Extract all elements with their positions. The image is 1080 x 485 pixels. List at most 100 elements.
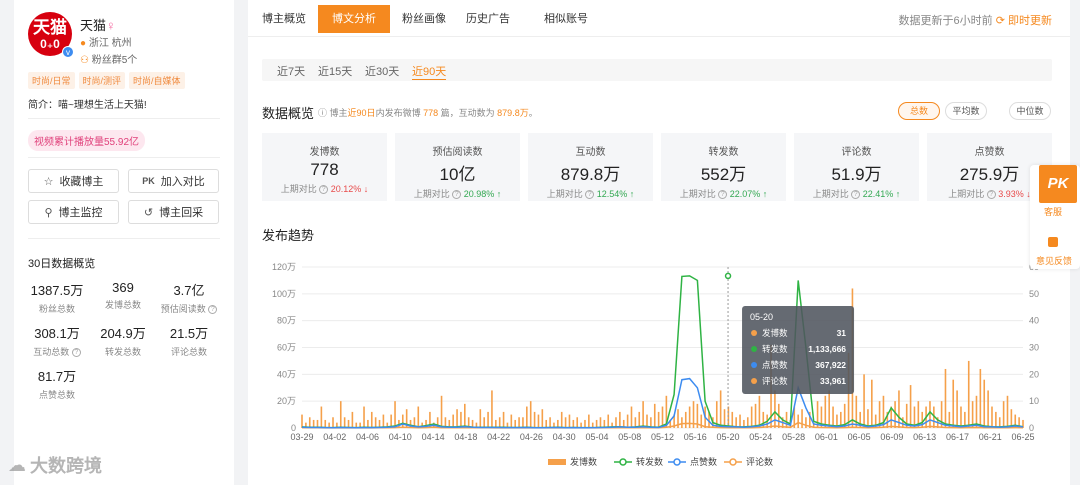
location-pin-icon: ●: [80, 38, 87, 49]
pk-button[interactable]: PK: [1039, 165, 1077, 203]
bar: [991, 406, 993, 428]
bar: [576, 417, 579, 428]
stat-label-text: 互动总数: [33, 347, 70, 357]
tooltip-dot: [751, 378, 758, 384]
bar: [308, 417, 311, 428]
bar: [460, 411, 462, 428]
metric-card: 预估阅读数 10亿 上期对比 ? 20.98% ↑: [395, 133, 520, 201]
period-30[interactable]: 近30天: [365, 63, 399, 79]
help-icon[interactable]: ?: [585, 190, 595, 200]
bar: [681, 417, 683, 428]
help-icon[interactable]: ?: [851, 190, 861, 200]
bar: [452, 414, 454, 428]
legend-swatch: [548, 459, 566, 465]
trend-chart[interactable]: 020万40万60万80万100万120万010203040506003-290…: [248, 250, 1070, 485]
bar: [824, 395, 827, 428]
bar: [479, 409, 482, 428]
bar: [630, 406, 633, 428]
bar: [320, 406, 323, 428]
bar: [719, 390, 722, 428]
stat-label: 互动总数 ?: [24, 345, 90, 358]
bar: [684, 411, 687, 428]
user-icon: ⚲: [44, 206, 53, 219]
y-left-tick: 120万: [272, 262, 296, 272]
x-tick: 05-28: [782, 432, 805, 442]
tooltip-dot: [751, 330, 758, 336]
stat-label: 粉丝总数: [38, 304, 75, 314]
card-label: 发博数: [309, 147, 340, 158]
bar: [518, 417, 520, 428]
bar: [526, 406, 528, 428]
feedback-label[interactable]: 意见反馈: [1036, 254, 1072, 267]
bar: [801, 409, 803, 428]
help-icon[interactable]: ?: [986, 190, 996, 200]
metric-card: 转发数 552万 上期对比 ? 22.07% ↑: [661, 133, 786, 201]
period-selector: 近7天 近15天 近30天 近90天: [262, 59, 1052, 81]
fan-groups[interactable]: ⚇ 粉丝群5个: [80, 51, 137, 66]
period-90[interactable]: 近90天: [412, 63, 447, 80]
refresh-link[interactable]: 即时更新: [1008, 15, 1052, 27]
divider: [28, 238, 220, 239]
period-7[interactable]: 近7天: [277, 63, 305, 79]
stat-posts: 369 发博总数: [90, 280, 156, 311]
bar: [332, 417, 334, 428]
feedback-icon[interactable]: [1048, 237, 1058, 247]
profile-tag: 时尚/测评: [78, 72, 126, 89]
y-right-tick: 40: [1029, 316, 1039, 326]
main-panel: 博主概览 博文分析 粉丝画像 历史广告 相似账号 数据更新于6小时前 ⟳ 即时更…: [248, 0, 1070, 485]
bar: [363, 406, 365, 428]
sub-count: 778: [423, 108, 439, 118]
card-compare-label: 上期对比: [280, 184, 317, 194]
tooltip-value: 31: [837, 328, 847, 338]
help-icon[interactable]: ?: [71, 348, 81, 358]
x-tick: 05-04: [585, 432, 608, 442]
bar: [626, 414, 629, 428]
help-icon[interactable]: ?: [718, 190, 728, 200]
tab-ads[interactable]: 历史广告: [458, 5, 518, 33]
mode-total[interactable]: 总数: [898, 102, 940, 120]
help-icon[interactable]: ?: [452, 190, 462, 200]
bar: [983, 379, 986, 428]
service-label[interactable]: 客服: [1044, 205, 1062, 218]
compare-button[interactable]: PK 加入对比: [128, 169, 219, 193]
tab-post-analysis[interactable]: 博文分析: [318, 5, 390, 33]
bar: [774, 390, 776, 428]
favorite-button[interactable]: ☆ 收藏博主: [28, 169, 119, 193]
bar: [909, 385, 912, 428]
help-icon[interactable]: ?: [319, 185, 329, 195]
card-compare-label: 上期对比: [546, 189, 583, 199]
stat-comments: 21.5万 评论总数: [156, 323, 222, 358]
bar: [863, 374, 865, 428]
bar: [343, 417, 346, 428]
profile-location: ● 浙江 杭州: [80, 34, 132, 49]
monitor-label: 博主监控: [58, 207, 103, 219]
y-left-tick: 100万: [272, 289, 296, 299]
sub-period: 近90日: [347, 108, 376, 118]
help-icon[interactable]: ?: [208, 305, 218, 315]
location-text: 浙江 杭州: [88, 38, 132, 49]
y-left-tick: 20万: [277, 396, 296, 406]
bar: [483, 417, 485, 428]
monitor-button[interactable]: ⚲ 博主监控: [28, 200, 119, 224]
x-tick: 06-21: [979, 432, 1002, 442]
card-value: 778: [310, 160, 339, 179]
avatar-text: 天猫: [33, 17, 67, 37]
pk-icon: PK: [142, 176, 155, 186]
bar: [921, 411, 924, 428]
tab-overview[interactable]: 博主概览: [254, 5, 314, 33]
tab-fans[interactable]: 粉丝画像: [394, 5, 454, 33]
bar: [370, 411, 373, 428]
card-pct: 20.98%: [463, 189, 495, 199]
profile-name: 天猫♀: [80, 15, 116, 34]
backtrack-button[interactable]: ↺ 博主回采: [128, 200, 219, 224]
bar: [979, 368, 982, 428]
bar: [549, 417, 551, 428]
bar: [417, 406, 420, 428]
mode-median[interactable]: 中位数: [1009, 102, 1051, 120]
bar: [522, 417, 524, 428]
mode-average[interactable]: 平均数: [945, 102, 987, 120]
profile-panel: 天猫 0₊0 v 天猫♀ ● 浙江 杭州 ⚇ 粉丝群5个 时尚/日常 时尚/测评…: [14, 0, 234, 485]
tab-similar[interactable]: 相似账号: [536, 5, 596, 33]
period-15[interactable]: 近15天: [318, 63, 352, 79]
stats30-title: 30日数据概览: [28, 258, 96, 270]
